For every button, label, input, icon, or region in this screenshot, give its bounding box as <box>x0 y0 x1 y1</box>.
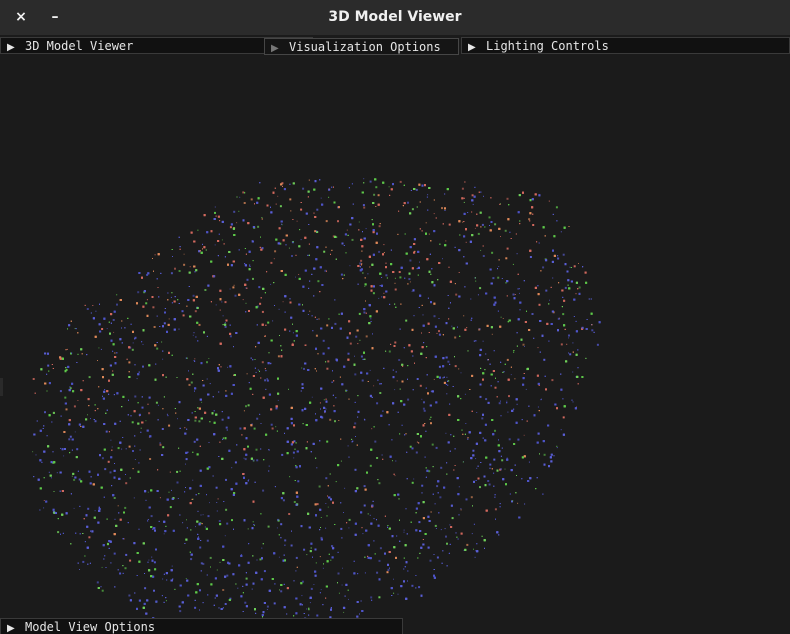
title-bar: × – 3D Model Viewer <box>0 0 790 35</box>
panel-lighting-controls-header[interactable]: ▶ Lighting Controls <box>461 37 790 54</box>
expand-arrow-icon: ▶ <box>271 43 279 54</box>
panel-label: Lighting Controls <box>486 39 609 53</box>
point-cloud-points <box>32 178 601 618</box>
panel-label: Model View Options <box>25 620 156 634</box>
window-title: 3D Model Viewer <box>328 9 462 25</box>
expand-arrow-icon: ▶ <box>468 42 476 53</box>
expand-arrow-icon: ▶ <box>7 42 15 53</box>
panel-label: Visualization Options <box>289 40 441 54</box>
resize-handle[interactable] <box>0 378 3 396</box>
expand-arrow-icon: ▶ <box>7 623 15 634</box>
point-cloud-render[interactable] <box>0 56 790 618</box>
panel-label: 3D Model Viewer <box>25 39 134 53</box>
panel-model-view-options-header[interactable]: ▶ Model View Options <box>0 618 403 634</box>
app-window: × – 3D Model Viewer ▶ 3D Model Viewer ▶ Vi… <box>0 0 790 634</box>
3d-viewport[interactable] <box>0 56 790 618</box>
panel-visualization-options-header[interactable]: ▶ Visualization Options <box>264 38 459 55</box>
